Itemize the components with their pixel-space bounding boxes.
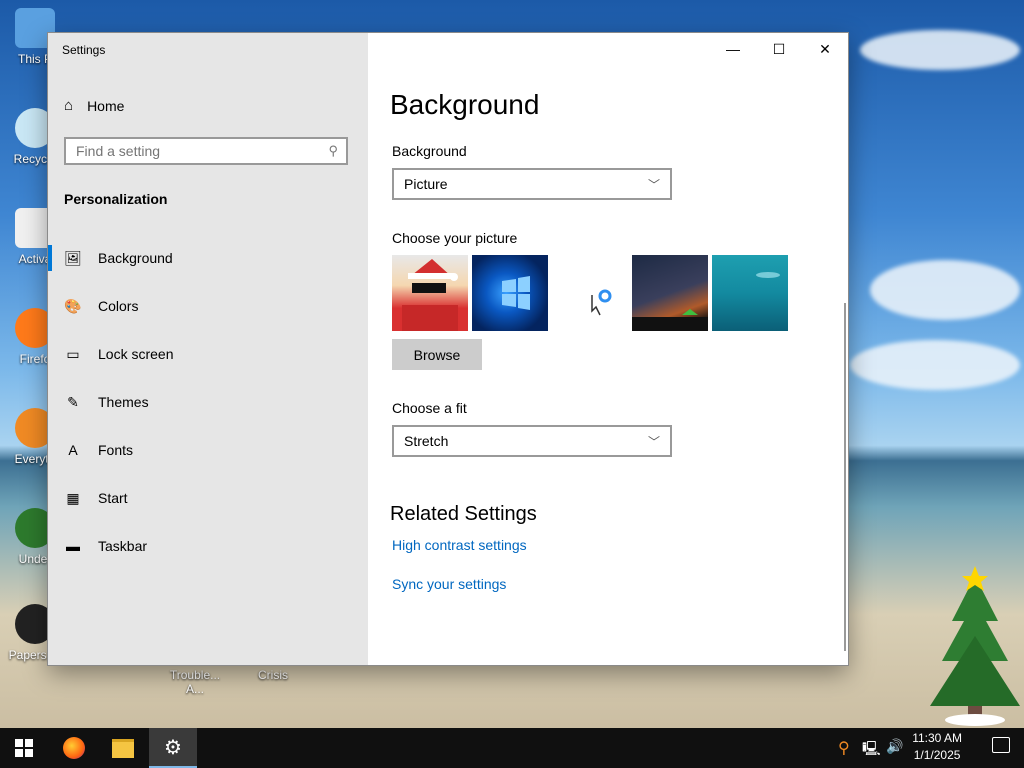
lock-screen-icon: ▭	[66, 345, 80, 362]
home-link[interactable]: ⌂ Home	[64, 97, 124, 114]
cloud	[860, 30, 1020, 70]
window-controls: — ☐ ✕	[710, 33, 848, 65]
nav-item-background[interactable]: 🖼 Background	[64, 246, 173, 270]
maximize-button[interactable]: ☐	[756, 33, 802, 65]
windows-start-icon	[15, 739, 33, 757]
desktop-icon-trouble[interactable]: Trouble... A...	[160, 668, 230, 696]
background-label: Background	[392, 143, 467, 159]
taskbar-icon: ▬	[66, 538, 80, 554]
picture-thumbnail[interactable]	[392, 255, 468, 331]
choose-picture-label: Choose your picture	[392, 230, 518, 246]
taskbar-settings[interactable]: ⚙	[149, 728, 197, 768]
close-button[interactable]: ✕	[802, 33, 848, 65]
picture-thumbnail[interactable]	[472, 255, 548, 331]
search-box[interactable]: ⚲	[64, 137, 348, 165]
desktop-icon-crisis[interactable]: Crisis	[238, 668, 308, 682]
cloud	[870, 260, 1020, 320]
nav-item-start[interactable]: ▦ Start	[64, 486, 127, 510]
brush-icon: ✎	[67, 393, 79, 410]
section-title: Personalization	[64, 191, 168, 207]
folder-icon	[112, 738, 134, 758]
chevron-down-icon: ﹀	[647, 177, 660, 192]
picture-icon: 🖼	[64, 249, 82, 266]
loading-thumbnail	[552, 255, 628, 331]
christmas-tree-icon	[930, 566, 1020, 726]
volume-icon[interactable]: 🔊	[886, 738, 903, 755]
tray-search-icon[interactable]: ⚲	[838, 738, 850, 758]
taskbar-firefox[interactable]	[50, 728, 98, 768]
palette-icon: 🎨	[64, 297, 82, 314]
taskbar-file-explorer[interactable]	[99, 728, 147, 768]
sync-settings-link[interactable]: Sync your settings	[392, 576, 506, 592]
home-icon: ⌂	[64, 97, 74, 114]
picture-thumbnail[interactable]	[712, 255, 788, 331]
fit-dropdown[interactable]: Stretch ﹀	[392, 425, 672, 457]
search-input[interactable]	[74, 142, 308, 160]
action-center-icon[interactable]	[992, 737, 1010, 753]
minimize-button[interactable]: —	[710, 33, 756, 65]
nav-item-taskbar[interactable]: ▬ Taskbar	[64, 534, 147, 558]
settings-nav-pane: Settings ⌂ Home ⚲ Personalization 🖼 Back…	[48, 33, 368, 665]
chevron-down-icon: ﹀	[647, 434, 660, 449]
page-title: Background	[390, 89, 540, 120]
start-button[interactable]	[0, 728, 48, 768]
search-icon[interactable]: ⚲	[328, 143, 338, 159]
nav-item-fonts[interactable]: A Fonts	[64, 438, 133, 462]
start-grid-icon: ▦	[66, 489, 80, 506]
browse-button[interactable]: Browse	[392, 339, 482, 370]
nav-item-themes[interactable]: ✎ Themes	[64, 390, 148, 414]
picture-thumbnail[interactable]	[632, 255, 708, 331]
font-icon: A	[68, 442, 78, 458]
fit-label: Choose a fit	[392, 400, 467, 416]
gear-icon: ⚙	[164, 736, 182, 759]
window-title: Settings	[62, 43, 106, 57]
night-sky-image	[632, 309, 708, 331]
windows-logo-image	[502, 276, 530, 310]
related-settings-heading: Related Settings	[390, 503, 537, 525]
clock[interactable]: 11:30 AM 1/1/2025	[912, 730, 962, 764]
background-dropdown[interactable]: Picture ﹀	[392, 168, 672, 200]
taskbar: ⚙ ⚲ 🖳 🔊 11:30 AM 1/1/2025	[0, 728, 1024, 768]
network-icon[interactable]: 🖳	[862, 738, 881, 762]
nav-item-lock-screen[interactable]: ▭ Lock screen	[64, 342, 173, 366]
firefox-icon	[63, 737, 85, 759]
high-contrast-link[interactable]: High contrast settings	[392, 537, 527, 553]
cloud	[850, 340, 1020, 390]
loading-spinner-icon	[591, 289, 612, 316]
settings-window: Settings ⌂ Home ⚲ Personalization 🖼 Back…	[48, 33, 848, 665]
santa-meme-image	[402, 259, 458, 331]
selection-indicator	[48, 245, 52, 271]
nav-item-colors[interactable]: 🎨 Colors	[64, 294, 138, 318]
underwater-image	[756, 272, 780, 278]
scrollbar[interactable]	[844, 303, 846, 651]
